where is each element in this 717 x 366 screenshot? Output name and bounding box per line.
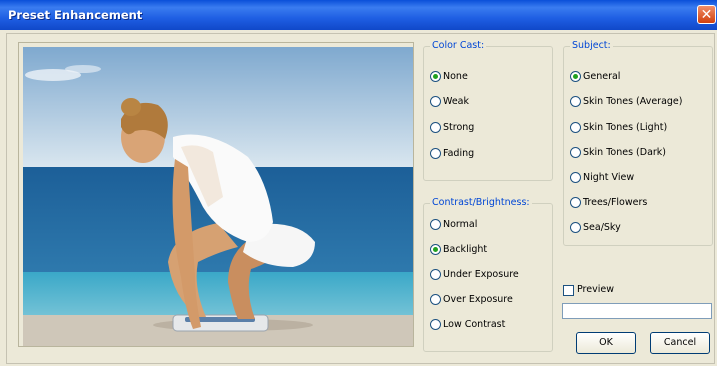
window-title: Preset Enhancement	[8, 8, 143, 22]
radio-icon	[430, 148, 441, 159]
radio-icon	[430, 96, 441, 107]
contrast-backlight-radio[interactable]: Backlight	[430, 244, 487, 258]
contrast-normal-radio[interactable]: Normal	[430, 219, 477, 233]
contrast-brightness-group: Contrast/Brightness: Normal Backlight Un…	[423, 197, 553, 352]
color-cast-fading-radio[interactable]: Fading	[430, 148, 474, 162]
radio-icon	[430, 319, 441, 330]
close-button[interactable]: ✕	[697, 5, 716, 24]
radio-selected-icon	[430, 71, 441, 82]
radio-icon	[430, 269, 441, 280]
radio-icon	[570, 122, 581, 133]
radio-icon	[570, 147, 581, 158]
subject-group: Subject: General Skin Tones (Average) Sk…	[563, 40, 713, 246]
radio-icon	[430, 219, 441, 230]
contrast-over-exposure-radio[interactable]: Over Exposure	[430, 294, 513, 308]
radio-selected-icon	[430, 244, 441, 255]
subject-night-view-radio[interactable]: Night View	[570, 172, 634, 186]
radio-icon	[570, 172, 581, 183]
photo-image	[23, 47, 413, 346]
contrast-low-contrast-radio[interactable]: Low Contrast	[430, 319, 505, 333]
photo-preview	[23, 47, 413, 346]
subject-skin-dark-radio[interactable]: Skin Tones (Dark)	[570, 147, 666, 161]
contrast-under-exposure-radio[interactable]: Under Exposure	[430, 269, 519, 283]
subject-skin-average-radio[interactable]: Skin Tones (Average)	[570, 96, 682, 110]
radio-icon	[430, 122, 441, 133]
contrast-brightness-legend: Contrast/Brightness:	[430, 197, 532, 208]
preview-label: Preview	[577, 284, 614, 295]
radio-icon	[570, 197, 581, 208]
radio-icon	[570, 96, 581, 107]
preview-field[interactable]	[562, 303, 712, 319]
subject-trees-flowers-radio[interactable]: Trees/Flowers	[570, 197, 647, 211]
color-cast-none-radio[interactable]: None	[430, 71, 468, 85]
radio-icon	[430, 294, 441, 305]
radio-selected-icon	[570, 71, 581, 82]
color-cast-weak-radio[interactable]: Weak	[430, 96, 469, 110]
title-bar: Preset Enhancement ✕	[0, 0, 717, 30]
color-cast-group: Color Cast: None Weak Strong Fading	[423, 40, 553, 181]
preview-checkbox[interactable]	[563, 285, 574, 296]
subject-sea-sky-radio[interactable]: Sea/Sky	[570, 222, 621, 236]
color-cast-strong-radio[interactable]: Strong	[430, 122, 474, 136]
subject-legend: Subject:	[570, 40, 613, 51]
subject-skin-light-radio[interactable]: Skin Tones (Light)	[570, 122, 667, 136]
subject-general-radio[interactable]: General	[570, 71, 620, 85]
color-cast-legend: Color Cast:	[430, 40, 487, 51]
cancel-button[interactable]: Cancel	[650, 332, 710, 354]
ok-button[interactable]: OK	[576, 332, 636, 354]
close-icon: ✕	[700, 7, 713, 23]
radio-icon	[570, 222, 581, 233]
